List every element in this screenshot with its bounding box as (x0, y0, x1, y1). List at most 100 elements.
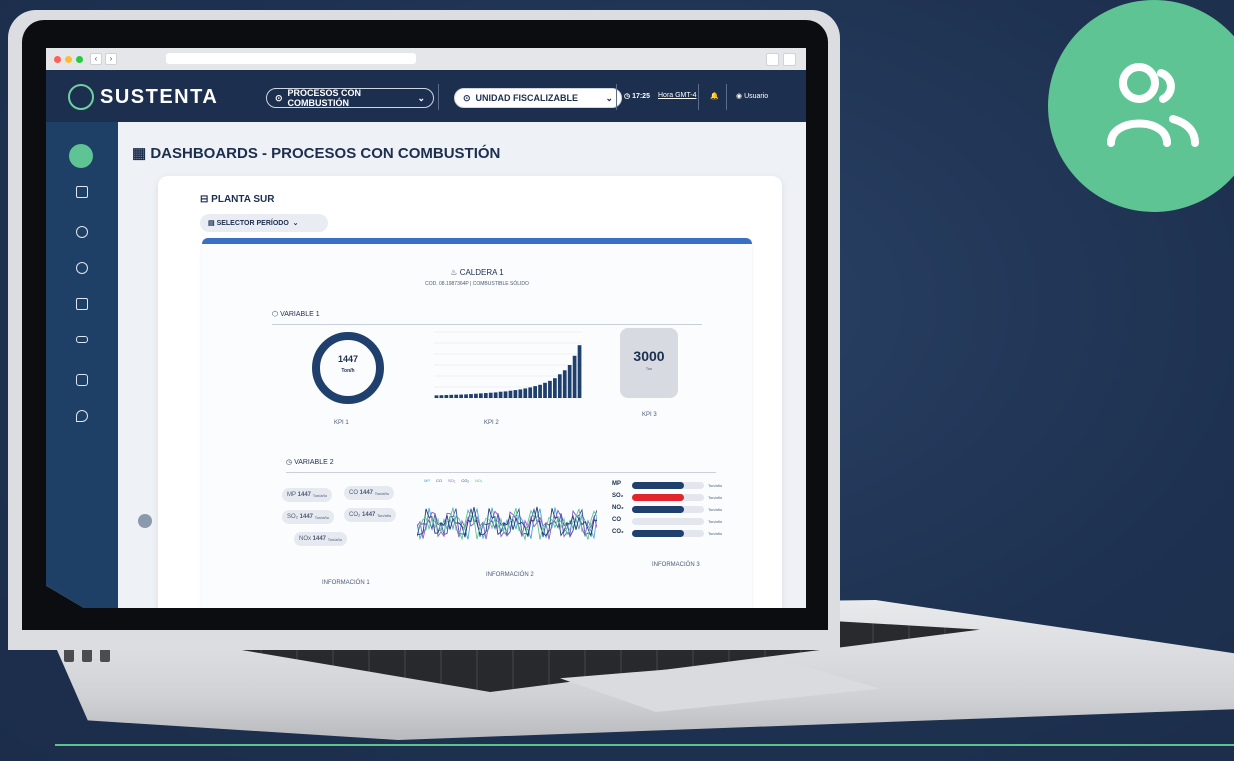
bar-label: MP (612, 481, 621, 487)
header-divider (726, 84, 727, 110)
chip-value: 1447 (312, 536, 327, 542)
user-name: Usuario (744, 93, 769, 100)
variable1-divider (272, 324, 702, 325)
close-window-icon[interactable] (54, 55, 61, 63)
back-icon[interactable]: ‹ (90, 53, 102, 65)
legend-co: CO (436, 478, 442, 483)
chip-co2: CO₂ 1447 Ton/año (344, 508, 397, 522)
emissions-wave-chart (417, 506, 597, 542)
legend-nox: NOₓ (474, 478, 483, 483)
users-icon[interactable] (76, 226, 88, 238)
bell-icon[interactable]: 🔔 (710, 92, 719, 100)
kpi3-unit: Ton (645, 366, 653, 371)
kpi2-bar (548, 380, 552, 398)
kpi2-bar (533, 386, 537, 398)
kpi3-label: KPI 3 (642, 412, 657, 418)
variable2-divider (286, 472, 716, 473)
kpi2-bar (469, 394, 473, 398)
location-icon[interactable] (76, 410, 88, 422)
chevron-down-icon: ⌄ (605, 92, 613, 103)
chip-name: MP (287, 492, 296, 498)
minimize-window-icon[interactable] (65, 55, 72, 63)
variable1-title-text: VARIABLE 1 (280, 311, 320, 318)
chip-unit: Ton/año (327, 536, 342, 542)
bar-fill (632, 530, 684, 537)
bar-fill (632, 494, 684, 501)
bar-fill (632, 506, 684, 513)
chip-name: CO (349, 490, 358, 496)
kpi2-bar (543, 382, 547, 398)
period-selector[interactable]: ▤ SELECTOR PERÍODO ⌄ (200, 214, 328, 232)
boiler-name: CALDERA 1 (459, 268, 504, 277)
chip-nox: NOx 1447 Ton/año (294, 532, 347, 546)
file-search-icon[interactable] (76, 298, 88, 310)
wave-legend: MP CO SO₂ CO₂ NOₓ (424, 478, 482, 483)
chip-mp: MP 1447 Ton/año (282, 488, 332, 502)
boiler-code: COD. 08.1987364P | COMBUSTIBLE SÓLIDO (425, 281, 529, 287)
logo-text: SUSTENTA (100, 85, 219, 108)
share-icon[interactable] (766, 53, 779, 66)
users-icon (1107, 63, 1199, 147)
dashboard-icon[interactable] (69, 144, 93, 168)
kpi2-bar (503, 391, 508, 398)
chip-unit: Ton/año (377, 512, 392, 518)
kpi2-bar (572, 355, 577, 398)
forward-icon[interactable]: › (105, 53, 117, 65)
timezone-text: Hora GMT-4 (658, 92, 697, 99)
kpi2-bar (444, 395, 449, 398)
unit-select[interactable]: ⊙ UNIDAD FISCALIZABLE ⌄ (454, 88, 622, 108)
kpi2-label: KPI 2 (484, 420, 499, 426)
dashboard-card: ⊟ PLANTA SUR ▤ SELECTOR PERÍODO ⌄ ♨ CALD… (158, 176, 782, 608)
kpi2-bar (479, 393, 483, 398)
process-select[interactable]: ⊙ PROCESOS CON COMBUSTIÓN ⌄ (266, 88, 434, 108)
kpi2-bar (474, 393, 478, 398)
page-title-text: DASHBOARDS - PROCESOS CON COMBUSTIÓN (150, 145, 501, 162)
chip-unit: Ton/año (312, 492, 327, 498)
legend-co2: CO₂ (461, 478, 469, 483)
maximize-window-icon[interactable] (76, 55, 83, 63)
url-bar[interactable] (166, 53, 416, 64)
legend-mp: MP (424, 478, 430, 483)
chip-unit: Ton/año (314, 514, 329, 520)
chart-pie-icon[interactable] (76, 262, 88, 274)
kpi2-bar (518, 389, 523, 398)
kpi2-bar (553, 378, 557, 398)
clipboard-icon[interactable] (76, 186, 88, 198)
chip-unit: Ton/año (374, 490, 389, 496)
kpi1-label: KPI 1 (334, 420, 349, 426)
kpi2-bar (498, 391, 503, 398)
bar-track (632, 518, 704, 525)
location-pin-icon: ⊙ (463, 92, 471, 103)
unit-select-label: UNIDAD FISCALIZABLE (475, 93, 579, 103)
key-icon[interactable] (76, 336, 88, 343)
kpi2-bar (567, 365, 572, 398)
kpi2-bar (513, 390, 518, 398)
settings-icon[interactable] (76, 374, 88, 386)
info1-label: INFORMACIÓN 1 (322, 580, 370, 586)
laptop-ports (64, 648, 154, 678)
chip-value: 1447 (297, 492, 312, 498)
page-title: ▦ DASHBOARDS - PROCESOS CON COMBUSTIÓN (132, 145, 501, 162)
kpi2-bar (577, 345, 582, 398)
chip-name: CO₂ (349, 512, 361, 518)
bar-unit: Ton/año (708, 507, 723, 512)
user-menu[interactable]: ◉ Usuario (736, 92, 768, 100)
header-divider (698, 84, 699, 110)
bar-unit: Ton/año (708, 495, 723, 500)
sidebar-toggle-icon[interactable] (138, 514, 152, 528)
bar-unit: Ton/año (708, 483, 723, 488)
chip-value: 1447 (359, 490, 374, 496)
kpi2-bar (523, 388, 528, 398)
chip-name: NOx (299, 536, 311, 542)
tabs-icon[interactable] (783, 53, 796, 66)
bar-fill (632, 482, 684, 489)
chip-co: CO 1447 Ton/año (344, 486, 394, 500)
kpi1-value: 1447 (337, 354, 359, 364)
sidebar (46, 122, 118, 608)
logo-mark-icon (68, 84, 94, 110)
time-text: 17:25 (632, 93, 650, 100)
bar-label: SO₂ (612, 493, 624, 499)
variable2-title-text: VARIABLE 2 (294, 459, 334, 466)
chip-name: SO₂ (287, 514, 298, 520)
logo[interactable]: SUSTENTA (68, 84, 218, 110)
